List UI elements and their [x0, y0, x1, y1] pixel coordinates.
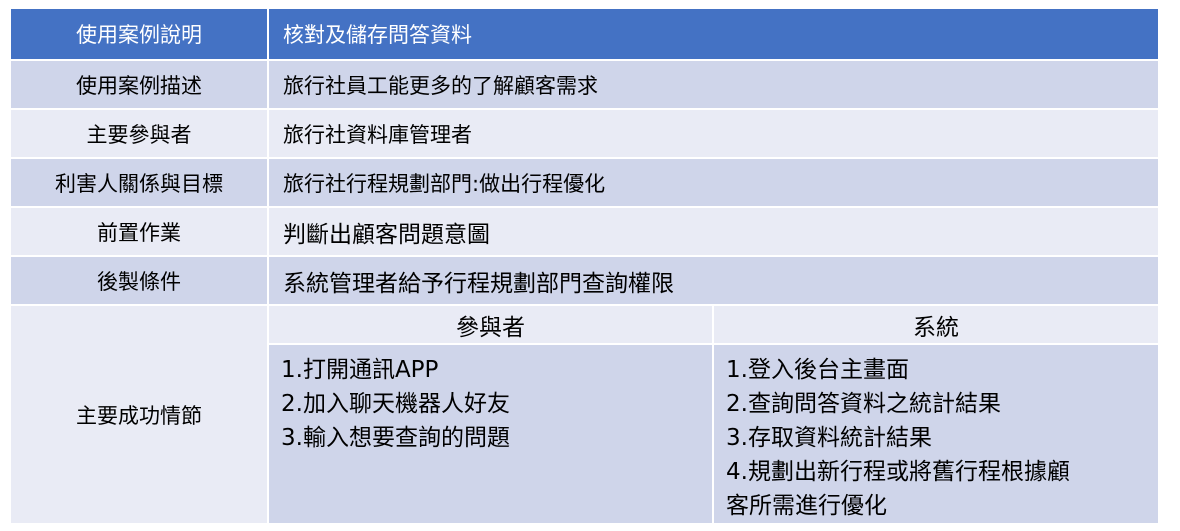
row-label: 後製條件 — [11, 257, 269, 304]
row-description: 使用案例描述 旅行社員工能更多的了解顧客需求 — [11, 61, 1158, 110]
main-flow-content: 參與者 系統 1.打開通訊APP 2.加入聊天機器人好友 3.輸入想要查詢的問題… — [269, 306, 1158, 523]
participant-step: 1.打開通訊APP — [281, 357, 439, 383]
row-value: 系統管理者給予行程規劃部門查詢權限 — [283, 270, 674, 297]
system-step: 3.存取資料統計結果 — [726, 425, 932, 451]
row-label: 前置作業 — [11, 208, 269, 255]
system-step: 1.登入後台主畫面 — [726, 357, 909, 383]
row-value: 旅行社資料庫管理者 — [283, 122, 472, 147]
row-value: 旅行社員工能更多的了解顧客需求 — [283, 73, 598, 98]
row-value: 旅行社行程規劃部門:做出行程優化 — [283, 171, 606, 196]
row-main-success-scenario: 主要成功情節 參與者 系統 1.打開通訊APP 2.加入聊天機器人好友 3.輸入… — [11, 306, 1158, 523]
main-flow-steps: 1.打開通訊APP 2.加入聊天機器人好友 3.輸入想要查詢的問題 1.登入後台… — [269, 345, 1158, 523]
participant-step: 2.加入聊天機器人好友 — [281, 391, 510, 417]
participant-step: 3.輸入想要查詢的問題 — [281, 425, 510, 451]
system-step: 4.規劃出新行程或將舊行程根據顧 — [726, 459, 1070, 485]
use-case-table: 使用案例說明 核對及儲存問答資料 使用案例描述 旅行社員工能更多的了解顧客需求 … — [11, 9, 1158, 523]
row-primary-actor: 主要參與者 旅行社資料庫管理者 — [11, 110, 1158, 159]
system-header: 系統 — [913, 314, 959, 341]
row-stakeholders: 利害人關係與目標 旅行社行程規劃部門:做出行程優化 — [11, 159, 1158, 208]
table-header-row: 使用案例說明 核對及儲存問答資料 — [11, 9, 1158, 61]
system-step: 2.查詢問答資料之統計結果 — [726, 391, 1001, 417]
main-flow-subheader: 參與者 系統 — [269, 306, 1158, 345]
main-flow-label: 主要成功情節 — [11, 306, 269, 523]
header-label: 使用案例說明 — [11, 9, 269, 59]
row-value: 判斷出顧客問題意圖 — [283, 221, 490, 248]
row-label: 主要參與者 — [11, 110, 269, 157]
system-steps: 1.登入後台主畫面 2.查詢問答資料之統計結果 3.存取資料統計結果 4.規劃出… — [714, 345, 1158, 523]
row-preconditions: 前置作業 判斷出顧客問題意圖 — [11, 208, 1158, 257]
row-label: 使用案例描述 — [11, 61, 269, 108]
participant-steps: 1.打開通訊APP 2.加入聊天機器人好友 3.輸入想要查詢的問題 — [269, 345, 714, 523]
row-label: 利害人關係與目標 — [11, 159, 269, 206]
participant-header: 參與者 — [269, 306, 714, 343]
header-value: 核對及儲存問答資料 — [283, 23, 472, 47]
system-step: 客所需進行優化 — [726, 493, 887, 519]
row-postconditions: 後製條件 系統管理者給予行程規劃部門查詢權限 — [11, 257, 1158, 306]
